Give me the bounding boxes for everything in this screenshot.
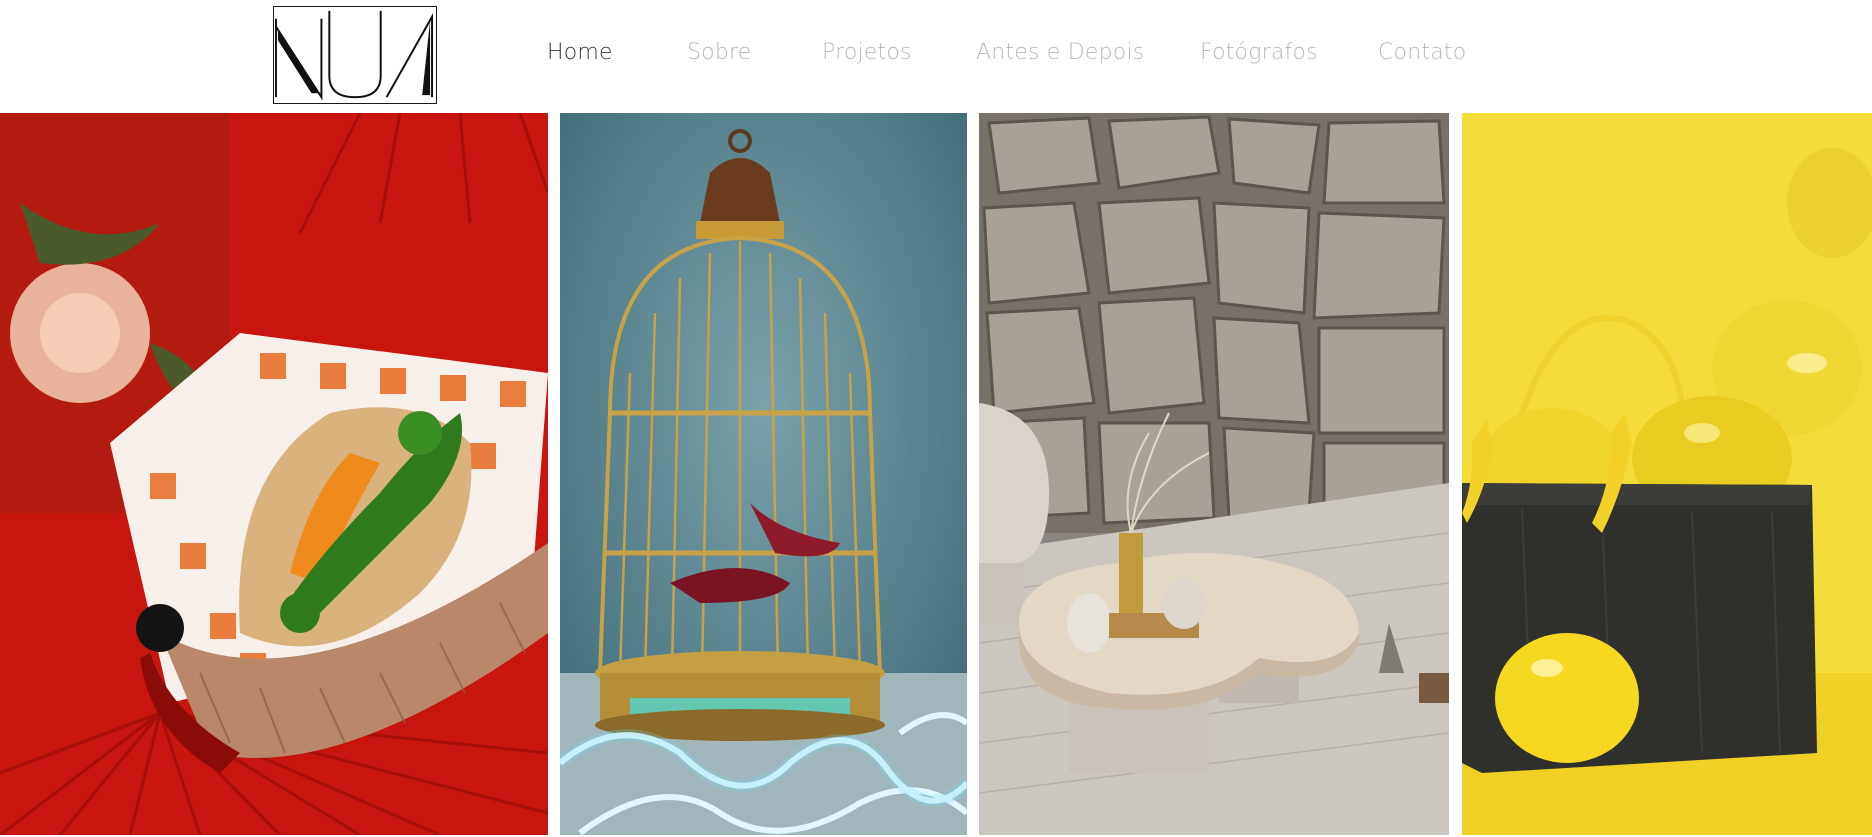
gallery-tile-birdcage[interactable] — [560, 113, 967, 835]
balloons-bag-photo — [1462, 113, 1872, 835]
birdcage-photo — [560, 113, 967, 835]
nav-item-sobre[interactable]: Sobre — [687, 40, 752, 65]
gallery-tile-sandwich[interactable] — [0, 113, 548, 835]
nav-item-fotografos[interactable]: Fotógrafos — [1200, 40, 1318, 65]
photo-gallery — [0, 113, 1872, 835]
main-nav: Home Sobre Projetos Antes e Depois Fotóg… — [0, 0, 1872, 113]
nav-item-contato[interactable]: Contato — [1378, 40, 1466, 65]
coffee-table-photo — [979, 113, 1449, 835]
gallery-tile-balloons[interactable] — [1462, 113, 1872, 835]
site-header: Home Sobre Projetos Antes e Depois Fotóg… — [0, 0, 1872, 113]
nav-item-antes-e-depois[interactable]: Antes e Depois — [976, 40, 1144, 65]
sandwich-basket-photo — [0, 113, 548, 835]
nav-item-home[interactable]: Home — [547, 40, 613, 65]
nav-item-projetos[interactable]: Projetos — [822, 40, 912, 65]
gallery-tile-coffee-table[interactable] — [979, 113, 1449, 835]
